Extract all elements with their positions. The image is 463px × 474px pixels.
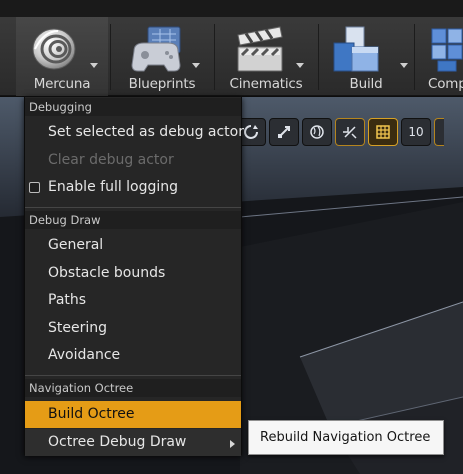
- menu-separator: [25, 207, 241, 208]
- toolbar-button-label: Build: [349, 76, 383, 92]
- menu-section-header-debug-draw: Debug Draw: [25, 211, 241, 229]
- menu-item-steering[interactable]: Steering: [25, 315, 241, 342]
- cinematics-icon: [237, 26, 283, 72]
- toolbar-separator: [214, 24, 215, 90]
- menu-item-label: Octree Debug Draw: [48, 434, 187, 450]
- toolbar-button-label: Mercuna: [33, 76, 91, 92]
- menu-separator: [25, 375, 241, 376]
- viewport-toolbar: 10: [236, 118, 444, 148]
- mercuna-icon: [32, 28, 76, 70]
- chevron-down-icon: [400, 63, 408, 68]
- toolbar-button-label: Blueprints: [128, 76, 196, 92]
- checkbox-unchecked-icon[interactable]: [29, 182, 40, 193]
- menu-item-rebuild-navigation-octree[interactable]: Rebuild Navigation Octree: [249, 421, 443, 454]
- menu-item-paths[interactable]: Paths: [25, 287, 241, 314]
- chevron-down-icon: [296, 63, 304, 68]
- toolbar-button-mercuna[interactable]: Mercuna: [16, 17, 108, 96]
- toolbar-button-build[interactable]: Build: [320, 17, 412, 96]
- menu-item-general[interactable]: General: [25, 232, 241, 259]
- menu-section-header-debugging: Debugging: [25, 98, 241, 116]
- menu-item-build-octree[interactable]: Build Octree: [25, 401, 241, 428]
- surface-snap-icon[interactable]: [335, 118, 365, 146]
- toolbar-button-label: Comp: [428, 76, 463, 92]
- blueprints-icon: [131, 26, 181, 72]
- toolbar-separator: [318, 24, 319, 90]
- menu-item-avoidance[interactable]: Avoidance: [25, 342, 241, 369]
- toolbar-separator: [110, 24, 111, 90]
- build-icon: [333, 26, 379, 72]
- menu-item-octree-debug-draw[interactable]: Octree Debug Draw: [25, 429, 241, 456]
- menu-section-header-navigation-octree: Navigation Octree: [25, 379, 241, 397]
- compile-icon: [431, 28, 463, 72]
- octree-debug-draw-submenu: Rebuild Navigation Octree: [248, 420, 444, 455]
- chevron-right-icon: [230, 440, 235, 448]
- chevron-down-icon: [192, 63, 200, 68]
- grid-snap-icon[interactable]: [368, 118, 398, 146]
- menu-item-enable-full-logging[interactable]: Enable full logging: [25, 174, 241, 201]
- grid-size-value[interactable]: 10: [401, 118, 431, 146]
- toolbar-button-compile[interactable]: Comp: [416, 17, 463, 96]
- chevron-down-icon: [90, 63, 98, 68]
- menu-item-set-debug-actor[interactable]: Set selected as debug actor: [25, 119, 244, 146]
- main-toolbar: Mercuna Blueprints Cinematics Build Comp: [0, 0, 463, 96]
- menu-item-label: Enable full logging: [48, 179, 179, 195]
- toolbar-button-label: Cinematics: [229, 76, 303, 92]
- menu-item-clear-debug-actor: Clear debug actor: [48, 152, 174, 168]
- toolbar-button-cinematics[interactable]: Cinematics: [216, 17, 316, 96]
- mercuna-dropdown-menu: Debugging Set selected as debug actor Cl…: [24, 96, 244, 456]
- rotation-snap-button[interactable]: [434, 118, 444, 146]
- editor-window: Mercuna Blueprints Cinematics Build Comp…: [0, 0, 463, 474]
- menu-item-obstacle-bounds[interactable]: Obstacle bounds: [25, 260, 241, 287]
- toolbar-button-blueprints[interactable]: Blueprints: [112, 17, 212, 96]
- toolbar-top-border: [0, 0, 463, 17]
- scale-icon[interactable]: [269, 118, 299, 146]
- toolbar-separator: [414, 24, 415, 90]
- world-icon[interactable]: [302, 118, 332, 146]
